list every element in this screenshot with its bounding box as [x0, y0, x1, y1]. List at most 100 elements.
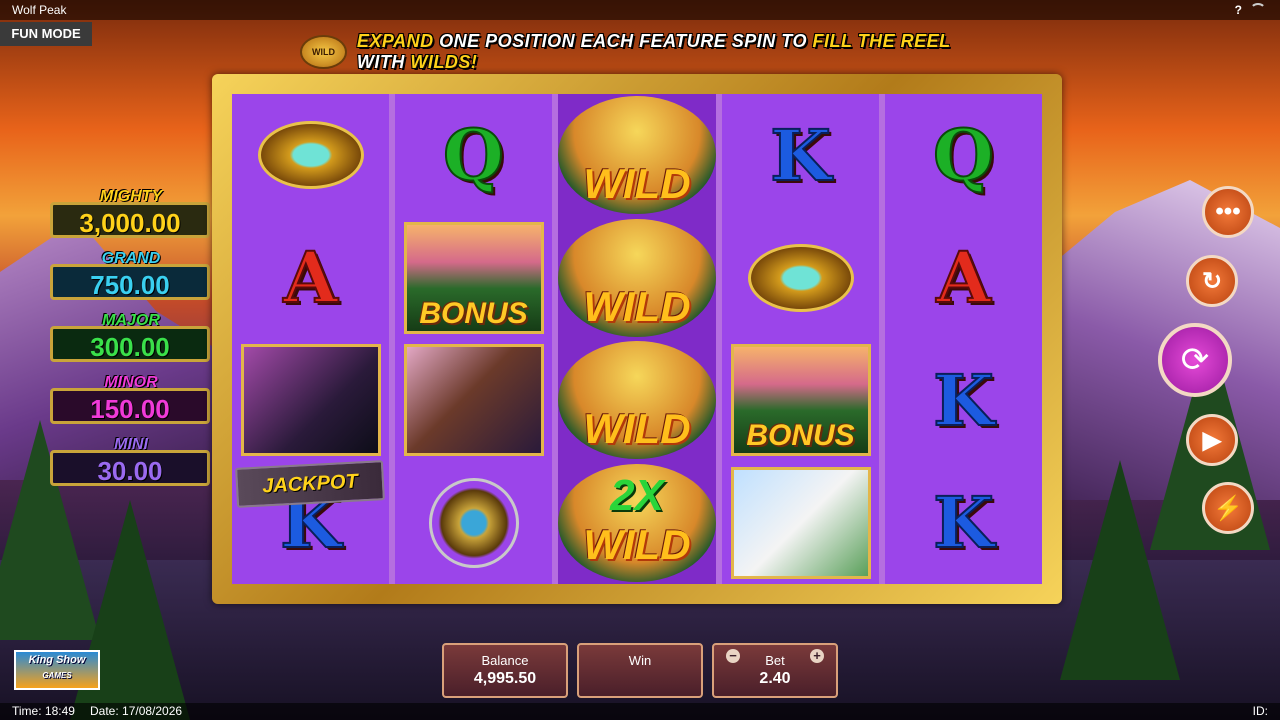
- banner-text-part: ONE POSITION EACH FEATURE SPIN TO: [433, 31, 813, 51]
- wild-wolf-icon: WILD: [300, 35, 347, 69]
- reel-cell: [395, 462, 552, 585]
- reel-cell: [232, 94, 389, 217]
- bonus-symbol: BONUS: [730, 344, 871, 457]
- logo-line1: King Show: [28, 654, 86, 666]
- bet-decrease-button[interactable]: −: [726, 649, 740, 663]
- reel-cell: Q: [885, 94, 1042, 217]
- reel-cell: K: [885, 339, 1042, 462]
- background-tree: [1060, 460, 1180, 680]
- jackpot-name: GRAND: [101, 250, 161, 267]
- balance-panel: Balance 4,995.50: [442, 643, 568, 698]
- reel-4: K BONUS: [722, 94, 879, 584]
- feature-banner: WILD EXPAND ONE POSITION EACH FEATURE SP…: [300, 31, 1000, 72]
- dreamcatcher-symbol: [428, 477, 519, 568]
- feature-banner-text: EXPAND ONE POSITION EACH FEATURE SPIN TO…: [357, 31, 1000, 73]
- jackpot-value: 750.00: [50, 264, 210, 300]
- jackpot-minor: 150.00 MINOR: [50, 374, 212, 436]
- wild-symbol: WILD: [558, 341, 716, 460]
- jackpot-mini: 30.00 MINI: [50, 436, 212, 498]
- whitewolf-symbol: [730, 466, 871, 579]
- fun-mode-badge: FUN MODE: [0, 22, 92, 46]
- jackpot-value: 30.00: [50, 450, 210, 486]
- reel-cell: K: [885, 462, 1042, 585]
- banner-text-part: EXPAND: [356, 31, 434, 51]
- multiplier-label: 2X: [610, 470, 664, 520]
- reel-cell: K JACKPOT: [232, 459, 389, 585]
- wild-label: WILD: [583, 160, 691, 208]
- reel-cell: A: [885, 217, 1042, 340]
- reel-grid: A K JACKPOT Q BONUS WILD WILD WILD 2X WILD K BONUS Q…: [232, 94, 1042, 584]
- wild-symbol: WILD: [558, 218, 716, 337]
- game-title: Wolf Peak: [12, 3, 67, 17]
- top-bar: Wolf Peak ?: [0, 0, 1280, 20]
- reel-cell: BONUS: [395, 217, 552, 340]
- logo-line2: GAMES: [42, 671, 72, 680]
- reel-cell: [722, 217, 879, 340]
- symbol-q: Q: [442, 113, 505, 198]
- wild-2x-symbol: 2X WILD: [558, 463, 716, 582]
- reel-cell: [722, 462, 879, 585]
- bet-value: 2.40: [759, 670, 791, 687]
- amulet-symbol: [257, 121, 364, 190]
- reel-cell: K: [722, 94, 879, 217]
- reel-cell: WILD: [558, 94, 716, 217]
- jackpot-mighty: 3,000.00 MIGHTY: [50, 188, 212, 250]
- time-readout: Time: 18:49: [12, 704, 75, 718]
- reel-1: A K JACKPOT: [232, 94, 389, 584]
- spin-button[interactable]: ⟳: [1158, 323, 1232, 397]
- balance-label: Balance: [481, 653, 529, 668]
- bet-panel: − + Bet 2.40: [712, 643, 838, 698]
- jackpot-name: MINOR: [104, 374, 158, 391]
- jackpot-major: 300.00 MAJOR: [50, 312, 212, 374]
- win-label: Win: [628, 653, 652, 668]
- bonus-symbol: BONUS: [403, 221, 544, 334]
- kingshow-logo: King Show GAMES: [14, 650, 100, 690]
- jackpot-value: 300.00: [50, 326, 210, 362]
- symbol-k: K: [932, 480, 995, 565]
- wolf-symbol: [240, 344, 381, 457]
- reel-cell: 2X WILD: [558, 462, 716, 585]
- reel-cell: BONUS: [722, 339, 879, 462]
- replay-icon[interactable]: ▶: [1186, 414, 1238, 466]
- jackpot-value: 3,000.00: [50, 202, 210, 238]
- more-icon[interactable]: •••: [1202, 186, 1254, 238]
- symbol-a: A: [282, 235, 338, 320]
- session-id: ID:: [1252, 704, 1268, 718]
- reel-cell: Q: [395, 94, 552, 217]
- reel-cell: WILD: [558, 217, 716, 340]
- jackpot-name: MAJOR: [102, 312, 160, 329]
- wifi-icon: [1250, 3, 1266, 17]
- wild-label: WILD: [583, 282, 691, 330]
- banner-text-part: WILDS!: [410, 52, 478, 72]
- jackpot-value: 150.00: [50, 388, 210, 424]
- symbol-q: Q: [932, 113, 995, 198]
- symbol-a: A: [935, 235, 991, 320]
- reel-cell: WILD: [558, 339, 716, 462]
- reel-cell: [395, 339, 552, 462]
- bet-increase-button[interactable]: +: [810, 649, 824, 663]
- jackpot-ladder: 3,000.00 MIGHTY 750.00 GRAND 300.00 MAJOR 150.…: [50, 188, 212, 498]
- jackpot-name: MIGHTY: [99, 188, 163, 205]
- spin-icon: ⟳: [1180, 341, 1210, 379]
- wild-label: WILD: [583, 520, 691, 568]
- reel-2: Q BONUS: [395, 94, 552, 584]
- status-bar: Time: 18:49 Date: 17/08/2026 ID:: [0, 703, 1280, 720]
- eagle-symbol: [403, 344, 544, 457]
- jackpot-name: MINI: [114, 436, 148, 453]
- reels-frame: A K JACKPOT Q BONUS WILD WILD WILD 2X WILD K BONUS Q…: [212, 74, 1062, 604]
- win-panel: Win: [577, 643, 703, 698]
- reel-cell: A: [232, 217, 389, 340]
- wild-symbol: WILD: [558, 96, 716, 215]
- symbol-k: K: [932, 358, 995, 443]
- wild-label: WILD: [583, 405, 691, 453]
- banner-text-part: WITH: [356, 52, 411, 72]
- symbol-k: K: [769, 113, 832, 198]
- autoplay-icon[interactable]: ↻: [1186, 255, 1238, 307]
- reel-3: WILD WILD WILD 2X WILD: [558, 94, 716, 584]
- jackpot-tag: JACKPOT: [235, 459, 385, 508]
- jackpot-grand: 750.00 GRAND: [50, 250, 212, 312]
- balance-value: 4,995.50: [473, 670, 537, 687]
- turbo-icon[interactable]: ⚡: [1202, 482, 1254, 534]
- reel-cell: [232, 339, 389, 462]
- help-icon[interactable]: ?: [1235, 0, 1242, 20]
